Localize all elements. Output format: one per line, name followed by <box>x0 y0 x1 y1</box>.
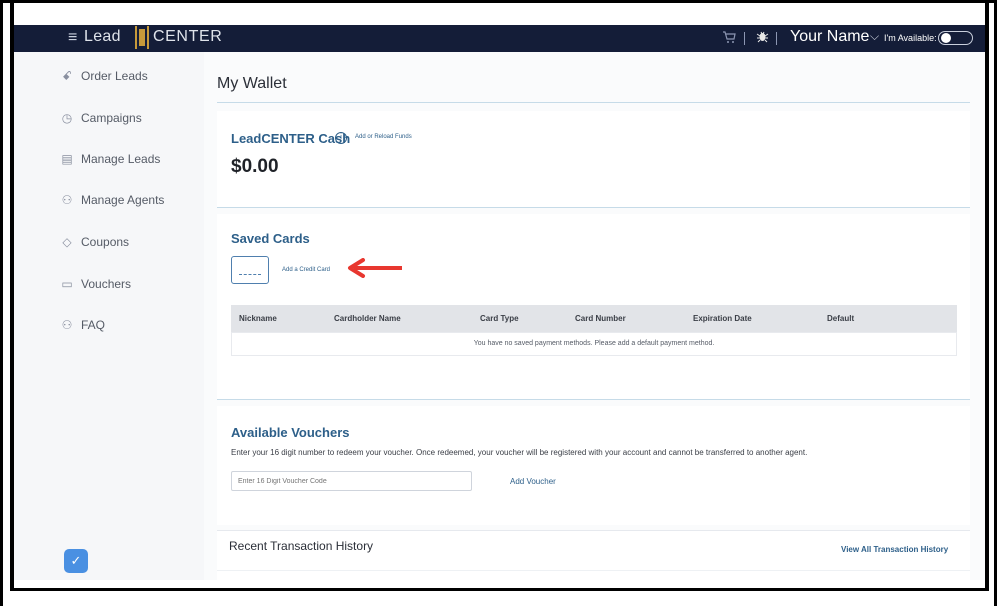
column-header: Card Type <box>480 314 519 323</box>
sidebar-item-faq[interactable]: ⚇ FAQ <box>59 315 105 335</box>
sidebar-item-manage-agents[interactable]: ⚇ Manage Agents <box>59 190 165 210</box>
shield-icon[interactable]: ✓ <box>64 549 88 573</box>
voucher-code-input[interactable] <box>231 471 472 491</box>
brand-logo-mark <box>135 26 149 49</box>
view-all-transactions-link[interactable]: View All Transaction History <box>841 545 948 554</box>
vouchers-card <box>217 406 970 525</box>
people-icon: ⚇ <box>61 318 73 332</box>
add-voucher-button[interactable]: Add Voucher <box>510 477 556 486</box>
divider <box>217 399 970 400</box>
column-header: Expiration Date <box>693 314 752 323</box>
saved-cards-table-header: Nickname Cardholder Name Card Type Card … <box>231 305 957 332</box>
vouchers-title: Available Vouchers <box>231 425 350 440</box>
sidebar: ꗃ Order Leads ◷ Campaigns ▤ Manage Leads… <box>14 52 204 580</box>
sidebar-item-coupons[interactable]: ◇ Coupons <box>59 232 129 252</box>
main-content: My Wallet LeadCENTER Cash i Add or Reloa… <box>204 52 985 580</box>
sidebar-item-label: Manage Agents <box>81 193 165 207</box>
chevron-down-icon[interactable]: ⌵ <box>870 29 879 44</box>
brand-logo-lead: Lead <box>84 28 121 45</box>
credit-card-placeholder-icon[interactable] <box>231 256 269 284</box>
bug-icon[interactable] <box>756 30 769 46</box>
cash-balance: $0.00 <box>231 156 279 177</box>
availability-toggle[interactable] <box>938 31 973 45</box>
user-name-menu[interactable]: Your Name <box>790 28 869 46</box>
page-title: My Wallet <box>217 75 287 92</box>
transactions-card <box>217 530 970 580</box>
id-card-icon: ▤ <box>61 152 73 166</box>
divider <box>217 570 970 571</box>
brand-logo-center: CENTER <box>153 28 223 45</box>
hamburger-menu-icon[interactable]: ≡ <box>68 29 77 47</box>
top-navigation-bar: ≡ Lead CENTER Your Name ⌵ I'm Available: <box>14 25 985 52</box>
divider <box>217 207 970 208</box>
sidebar-item-campaigns[interactable]: ◷ Campaigns <box>59 108 142 128</box>
empty-table-message: You have no saved payment methods. Pleas… <box>473 340 715 347</box>
availability-label: I'm Available: <box>884 33 937 43</box>
sidebar-item-label: Campaigns <box>81 111 142 125</box>
topbar-divider <box>744 32 745 45</box>
add-credit-card-link[interactable]: Add a Credit Card <box>282 267 330 273</box>
sidebar-item-order-leads[interactable]: ꗃ Order Leads <box>59 66 148 86</box>
sidebar-item-vouchers[interactable]: ▭ Vouchers <box>59 274 131 294</box>
sidebar-item-label: Coupons <box>81 235 130 249</box>
sidebar-item-label: Vouchers <box>81 277 132 291</box>
users-icon: ꗃ <box>62 68 72 83</box>
column-header: Nickname <box>239 314 277 323</box>
clock-icon: ◷ <box>61 111 73 125</box>
column-header: Cardholder Name <box>334 314 401 323</box>
tag-icon: ◇ <box>62 235 72 249</box>
sidebar-item-label: Manage Leads <box>81 152 161 166</box>
sidebar-item-manage-leads[interactable]: ▤ Manage Leads <box>59 149 160 169</box>
transactions-title: Recent Transaction History <box>229 539 374 553</box>
annotation-arrow <box>348 258 402 278</box>
info-icon[interactable]: i <box>335 132 347 144</box>
column-header: Default <box>827 314 855 323</box>
agents-icon: ⚇ <box>61 193 73 207</box>
reload-funds-link[interactable]: Add or Reload Funds <box>355 134 412 140</box>
sidebar-item-label: FAQ <box>81 318 106 332</box>
frame-edge-bottom <box>10 588 989 591</box>
cash-card <box>217 111 970 207</box>
saved-cards-title: Saved Cards <box>231 231 310 246</box>
saved-cards-table-body: You have no saved payment methods. Pleas… <box>231 332 957 356</box>
cart-icon[interactable] <box>722 31 736 47</box>
app-window: ≡ Lead CENTER Your Name ⌵ I'm Available:… <box>14 25 985 580</box>
frame-edge-right <box>985 0 989 591</box>
column-header: Card Number <box>575 314 626 323</box>
ticket-icon: ▭ <box>61 277 73 291</box>
vouchers-description: Enter your 16 digit number to redeem you… <box>231 448 808 457</box>
topbar-divider <box>776 32 777 45</box>
divider <box>217 102 970 103</box>
cash-title: LeadCENTER Cash <box>231 131 351 146</box>
sidebar-item-label: Order Leads <box>81 69 148 83</box>
